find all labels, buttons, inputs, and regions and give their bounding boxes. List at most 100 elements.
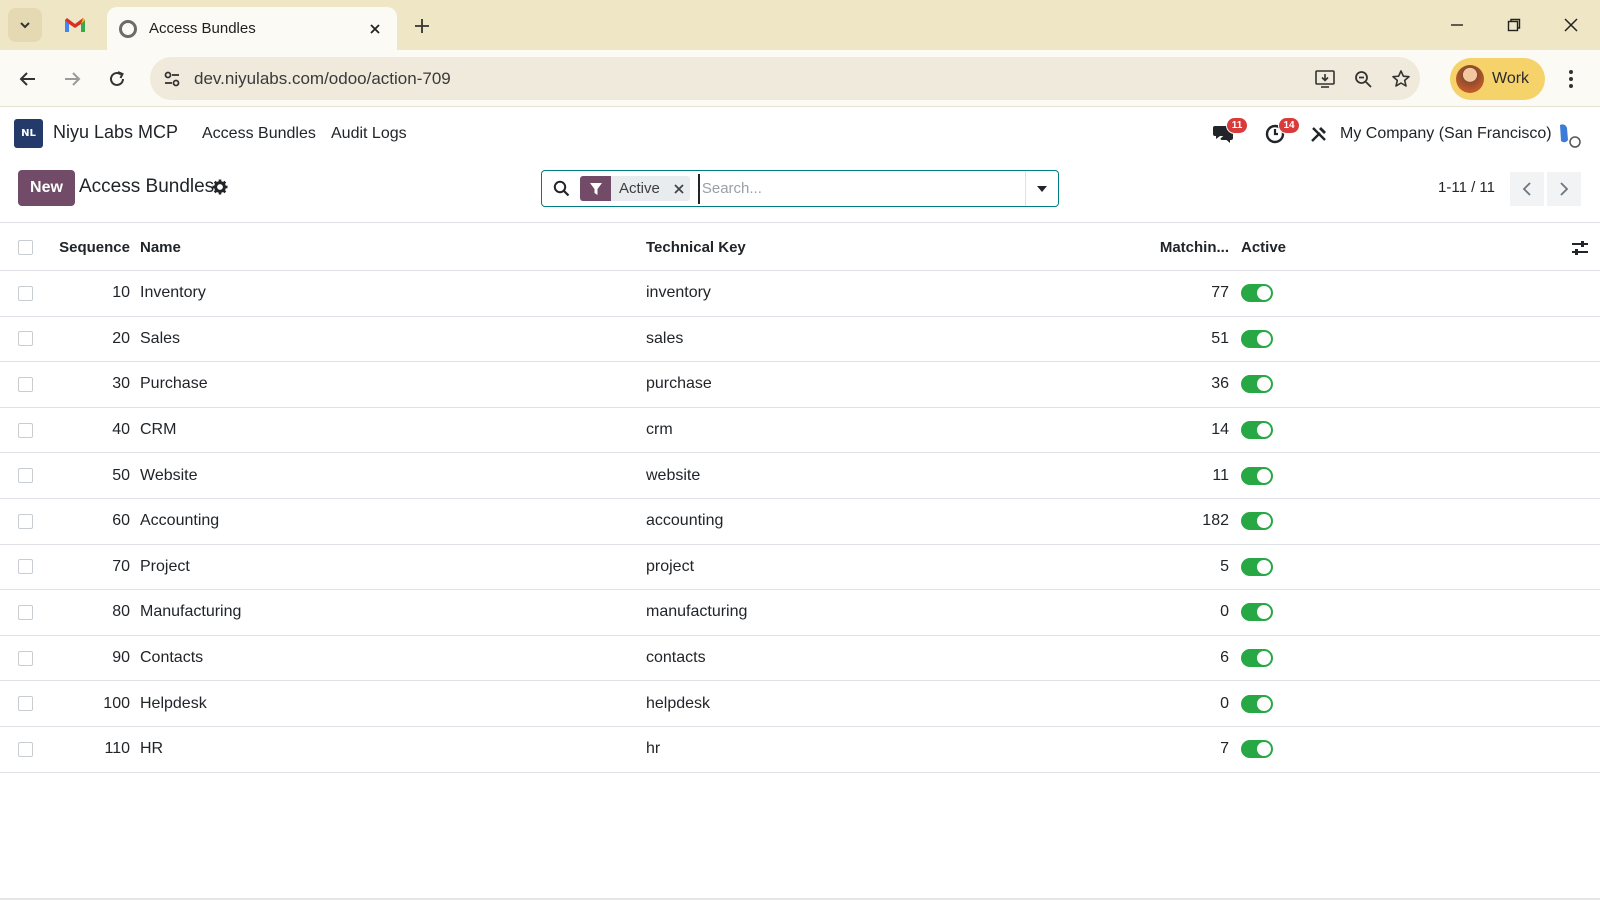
menu-audit-logs[interactable]: Audit Logs xyxy=(331,125,407,143)
active-toggle[interactable] xyxy=(1241,466,1273,485)
restore-button[interactable] xyxy=(1494,8,1534,42)
row-checkbox[interactable] xyxy=(18,545,34,590)
cell-matching: 51 xyxy=(1211,329,1229,347)
cell-active xyxy=(1241,362,1361,407)
app-logo[interactable]: NL xyxy=(14,119,43,148)
row-checkbox[interactable] xyxy=(18,453,34,498)
row-checkbox[interactable] xyxy=(18,636,34,681)
minimize-button[interactable] xyxy=(1437,8,1477,42)
cell-active xyxy=(1241,499,1361,544)
company-switcher[interactable]: My Company (San Francisco) xyxy=(1340,125,1552,143)
cell-technical-key: hr xyxy=(646,740,661,758)
active-toggle[interactable] xyxy=(1241,603,1273,622)
reload-button[interactable] xyxy=(101,63,133,95)
remove-facet-button[interactable] xyxy=(668,176,690,201)
row-checkbox[interactable] xyxy=(18,727,34,772)
row-checkbox[interactable] xyxy=(18,362,34,407)
table-row[interactable]: 10 Inventory inventory 77 xyxy=(0,271,1600,317)
profile-label: Work xyxy=(1492,70,1530,87)
table-row[interactable]: 30 Purchase purchase 36 xyxy=(0,362,1600,408)
table-row[interactable]: 70 Project project 5 xyxy=(0,545,1600,591)
table-row[interactable]: 110 HR hr 7 xyxy=(0,727,1600,773)
table-row[interactable]: 20 Sales sales 51 xyxy=(0,317,1600,363)
bookmark-button[interactable] xyxy=(1382,60,1420,98)
gmail-icon xyxy=(65,18,85,32)
select-all-checkbox[interactable] xyxy=(18,225,34,270)
table-row[interactable]: 50 Website website 11 xyxy=(0,453,1600,499)
install-app-button[interactable] xyxy=(1306,60,1344,98)
row-checkbox[interactable] xyxy=(18,499,34,544)
column-header-name[interactable]: Name xyxy=(140,225,620,270)
profile-button[interactable]: Work xyxy=(1450,58,1545,100)
menu-access-bundles[interactable]: Access Bundles xyxy=(202,125,316,143)
search-button[interactable] xyxy=(542,171,580,206)
tab-close-button[interactable] xyxy=(365,19,385,39)
cell-name: Project xyxy=(140,557,190,575)
row-checkbox[interactable] xyxy=(18,590,34,635)
messages-button[interactable]: 11 xyxy=(1210,117,1248,149)
odoo-favicon xyxy=(119,19,137,38)
user-avatar-icon xyxy=(1560,124,1581,148)
table-row[interactable]: 90 Contacts contacts 6 xyxy=(0,636,1600,682)
browser-menu-button[interactable] xyxy=(1556,63,1586,95)
site-info-button[interactable] xyxy=(152,57,192,100)
back-button[interactable] xyxy=(12,63,44,95)
pager-previous-button[interactable] xyxy=(1510,172,1544,206)
actions-gear-button[interactable] xyxy=(211,178,229,196)
column-header-active[interactable]: Active xyxy=(1241,225,1361,270)
tune-icon xyxy=(164,71,180,86)
cell-active xyxy=(1241,590,1361,635)
search-bar[interactable]: Active xyxy=(541,170,1059,207)
cell-technical-key: contacts xyxy=(646,649,706,667)
address-bar[interactable]: dev.niyulabs.com/odoo/action-709 xyxy=(150,57,1420,100)
active-toggle[interactable] xyxy=(1241,694,1273,713)
tab-search-button[interactable] xyxy=(8,8,42,42)
cell-technical-key: manufacturing xyxy=(646,603,748,621)
browser-tab-bar: Access Bundles xyxy=(0,0,1600,50)
new-button[interactable]: New xyxy=(18,170,75,206)
user-menu-avatar[interactable] xyxy=(1555,120,1585,150)
active-toggle[interactable] xyxy=(1241,284,1273,303)
pager-value[interactable]: 1-11 / 11 xyxy=(1438,179,1495,196)
close-window-button[interactable] xyxy=(1551,8,1591,42)
active-toggle[interactable] xyxy=(1241,512,1273,531)
debug-tools-button[interactable] xyxy=(1308,119,1330,149)
profile-avatar xyxy=(1456,65,1484,93)
forward-button[interactable] xyxy=(56,63,88,95)
caret-down-icon xyxy=(1037,185,1047,192)
row-checkbox[interactable] xyxy=(18,408,34,453)
optional-columns-toggle[interactable] xyxy=(1568,225,1592,270)
table-row[interactable]: 60 Accounting accounting 182 xyxy=(0,499,1600,545)
activities-button[interactable]: 14 xyxy=(1262,117,1300,149)
column-header-matching[interactable]: Matchin... xyxy=(1110,225,1229,270)
active-toggle[interactable] xyxy=(1241,375,1273,394)
pager-next-button[interactable] xyxy=(1547,172,1581,206)
table-row[interactable]: 40 CRM crm 14 xyxy=(0,408,1600,454)
tab-access-bundles[interactable]: Access Bundles xyxy=(107,7,397,50)
zoom-button[interactable] xyxy=(1344,60,1382,98)
cell-technical-key: sales xyxy=(646,329,684,347)
new-tab-button[interactable] xyxy=(408,12,436,40)
row-checkbox[interactable] xyxy=(18,681,34,726)
browser-toolbar: dev.niyulabs.com/odoo/action-709 Work xyxy=(0,50,1600,107)
column-header-sequence[interactable]: Sequence xyxy=(40,225,130,270)
column-header-technical-key[interactable]: Technical Key xyxy=(646,225,1096,270)
active-toggle[interactable] xyxy=(1241,421,1273,440)
cell-sequence: 10 xyxy=(112,284,130,302)
active-toggle[interactable] xyxy=(1241,649,1273,668)
tab-gmail[interactable] xyxy=(58,10,92,40)
app-name[interactable]: Niyu Labs MCP xyxy=(53,122,178,143)
active-toggle[interactable] xyxy=(1241,557,1273,576)
chevron-left-icon xyxy=(1522,182,1531,196)
close-icon xyxy=(1564,18,1578,32)
cell-name: Contacts xyxy=(140,649,204,667)
cell-name: Helpdesk xyxy=(140,694,207,712)
table-row[interactable]: 100 Helpdesk helpdesk 0 xyxy=(0,681,1600,727)
search-input[interactable] xyxy=(697,173,1025,204)
active-toggle[interactable] xyxy=(1241,740,1273,759)
search-options-toggle[interactable] xyxy=(1025,171,1058,206)
row-checkbox[interactable] xyxy=(18,271,34,316)
row-checkbox[interactable] xyxy=(18,317,34,362)
active-toggle[interactable] xyxy=(1241,329,1273,348)
table-row[interactable]: 80 Manufacturing manufacturing 0 xyxy=(0,590,1600,636)
